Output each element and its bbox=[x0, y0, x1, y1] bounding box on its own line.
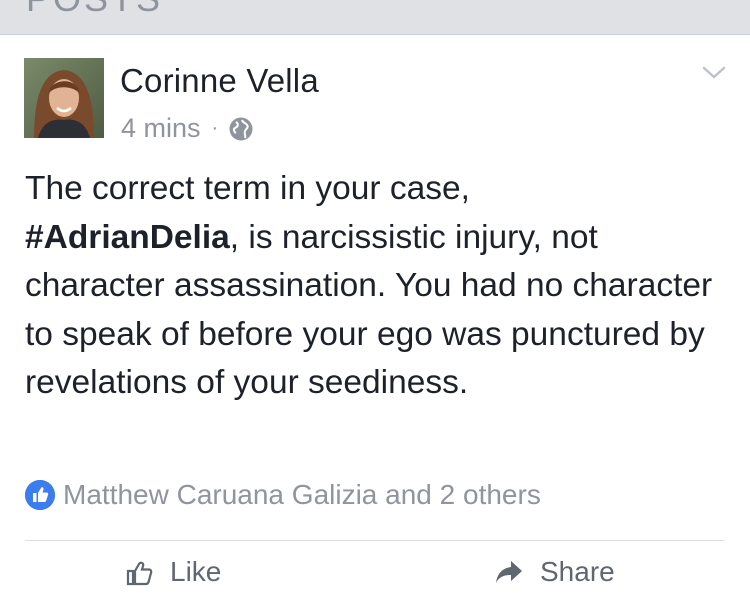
like-button[interactable]: Like bbox=[124, 556, 221, 588]
section-title: POSTS bbox=[26, 0, 163, 20]
globe-icon bbox=[228, 116, 254, 142]
like-label: Like bbox=[170, 556, 222, 587]
thumbs-up-icon bbox=[25, 480, 55, 510]
post-text: The correct term in your case, #AdrianDe… bbox=[25, 165, 725, 408]
chevron-down-icon[interactable] bbox=[702, 65, 726, 81]
reactions-text: Matthew Caruana Galizia and 2 others bbox=[63, 479, 541, 510]
post-text-line1: The correct term in your case, bbox=[25, 170, 470, 207]
reactions-summary[interactable]: Matthew Caruana Galizia and 2 others bbox=[25, 478, 541, 512]
meta-separator: · bbox=[211, 117, 219, 139]
post-time[interactable]: 4 mins bbox=[121, 113, 201, 144]
hashtag-link[interactable]: #AdrianDelia bbox=[25, 219, 230, 256]
share-label: Share bbox=[540, 556, 615, 587]
share-button[interactable]: Share bbox=[494, 556, 615, 588]
section-header: POSTS bbox=[0, 0, 750, 35]
post-meta: 4 mins · bbox=[121, 113, 254, 144]
post-author[interactable]: Corinne Vella bbox=[120, 62, 319, 100]
divider bbox=[25, 540, 725, 541]
share-arrow-icon bbox=[494, 557, 524, 587]
avatar[interactable] bbox=[24, 58, 104, 138]
thumbs-up-icon bbox=[124, 557, 154, 587]
